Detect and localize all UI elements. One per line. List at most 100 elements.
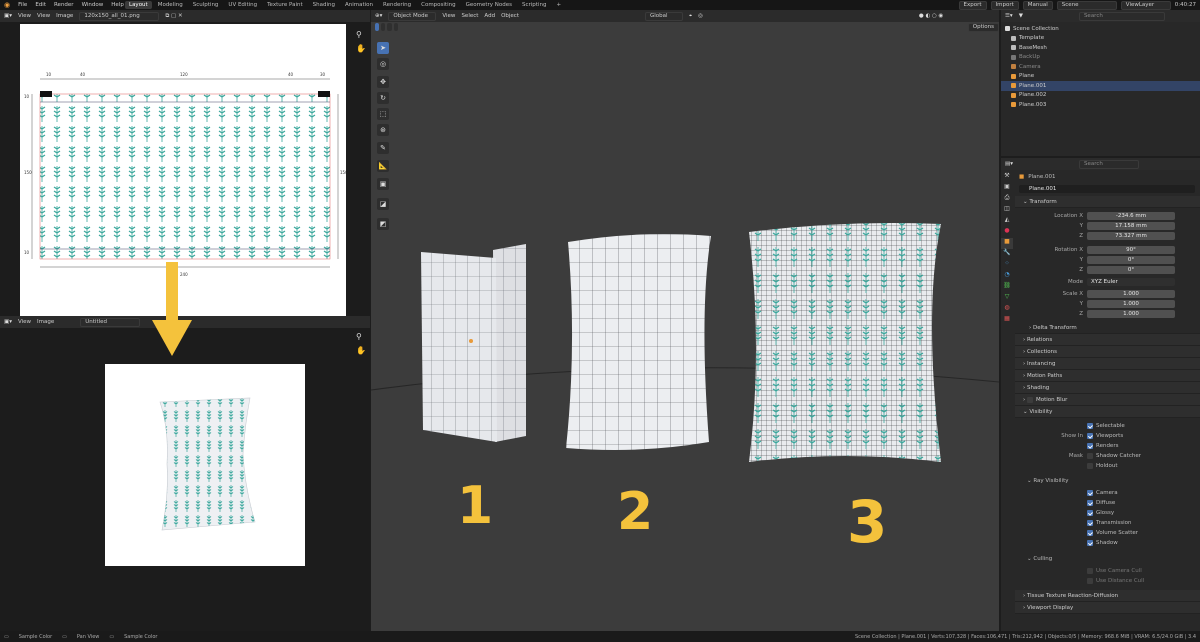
motion-paths-panel-header[interactable]: › Motion Paths	[1015, 370, 1200, 382]
shading-panel-header[interactable]: › Shading	[1015, 382, 1200, 394]
tab-scripting[interactable]: Scripting	[518, 1, 550, 9]
holdout-checkbox[interactable]	[1087, 463, 1093, 469]
add-workspace-button[interactable]: +	[552, 1, 565, 9]
tool-tab-icon[interactable]: ⚒	[1001, 172, 1013, 183]
manual-button[interactable]: Manual	[1022, 0, 1053, 10]
export-button[interactable]: Export	[958, 0, 987, 10]
glossy-checkbox[interactable]	[1087, 510, 1093, 516]
distance-cull-checkbox[interactable]	[1087, 578, 1093, 584]
render-tab-icon[interactable]: ▣	[1001, 183, 1013, 194]
menu-help[interactable]: Help	[111, 2, 124, 8]
tissue-panel-header[interactable]: › Tissue Texture Reaction-Diffusion	[1015, 590, 1200, 602]
visibility-panel-header[interactable]: ⌄ Visibility	[1015, 406, 1200, 418]
location-x-field[interactable]: -234.6 mm	[1087, 212, 1175, 220]
scene-tab-icon[interactable]: ◭	[1001, 216, 1013, 227]
tab-sculpting[interactable]: Sculpting	[189, 1, 223, 9]
renders-checkbox[interactable]	[1087, 443, 1093, 449]
instancing-panel-header[interactable]: › Instancing	[1015, 358, 1200, 370]
outliner-item-backup[interactable]: BackUp	[1001, 53, 1200, 63]
editor-type-icon[interactable]: ▤▾	[1005, 161, 1013, 167]
menu-view[interactable]: View	[18, 13, 31, 19]
scene-selector[interactable]: Scene	[1056, 0, 1117, 10]
tab-layout[interactable]: Layout	[125, 1, 152, 9]
viewports-checkbox[interactable]	[1087, 433, 1093, 439]
selectable-checkbox[interactable]	[1087, 423, 1093, 429]
constraints-tab-icon[interactable]: ⛓	[1001, 282, 1013, 293]
culling-header[interactable]: ⌄ Culling	[1015, 554, 1200, 564]
menu-view-2[interactable]: View	[37, 13, 50, 19]
outliner-item-basemesh[interactable]: BaseMesh	[1001, 43, 1200, 53]
scale-z-field[interactable]: 1.000	[1087, 310, 1175, 318]
properties-search-input[interactable]: Search	[1078, 159, 1139, 169]
scale-y-field[interactable]: 1.000	[1087, 300, 1175, 308]
image-name-field[interactable]: 120x150_all_01.png	[79, 11, 160, 21]
location-z-field[interactable]: 73.327 mm	[1087, 232, 1175, 240]
outliner-item-plane-001[interactable]: Plane.001	[1001, 81, 1200, 91]
viewport-display-panel-header[interactable]: › Viewport Display	[1015, 602, 1200, 614]
tab-geometry-nodes[interactable]: Geometry Nodes	[462, 1, 516, 9]
menu-edit[interactable]: Edit	[35, 2, 46, 8]
filter-icon[interactable]: ▼	[1019, 13, 1023, 19]
motion-blur-panel-header[interactable]: › Motion Blur	[1015, 394, 1200, 406]
viewlayer-selector[interactable]: ViewLayer	[1120, 0, 1171, 10]
shadow-checkbox[interactable]	[1087, 540, 1093, 546]
motion-blur-checkbox[interactable]	[1026, 396, 1033, 403]
delta-transform-panel-header[interactable]: › Delta Transform	[1015, 322, 1200, 334]
tab-texture-paint[interactable]: Texture Paint	[263, 1, 307, 9]
menu-image[interactable]: Image	[56, 13, 73, 19]
outliner-search-input[interactable]: Search	[1078, 11, 1165, 21]
zoom-icon[interactable]: ⚲	[356, 30, 362, 39]
zoom-icon[interactable]: ⚲	[356, 332, 362, 341]
tab-animation[interactable]: Animation	[341, 1, 377, 9]
menu-window[interactable]: Window	[82, 2, 104, 8]
location-y-field[interactable]: 17.158 mm	[1087, 222, 1175, 230]
editor-type-icon[interactable]: ▣▾	[4, 319, 12, 325]
ray-visibility-header[interactable]: ⌄ Ray Visibility	[1015, 476, 1200, 486]
hand-icon[interactable]: ✋	[356, 346, 366, 355]
material-tab-icon[interactable]: ◍	[1001, 304, 1013, 315]
collections-panel-header[interactable]: › Collections	[1015, 346, 1200, 358]
pin-icon[interactable]: ⧉ ▢ ✕	[165, 13, 182, 20]
shadow-catcher-checkbox[interactable]	[1087, 453, 1093, 459]
outliner-item-plane[interactable]: Plane	[1001, 72, 1200, 82]
menu-render[interactable]: Render	[54, 2, 74, 8]
diffuse-checkbox[interactable]	[1087, 500, 1093, 506]
particles-tab-icon[interactable]: ⁘	[1001, 260, 1013, 271]
physics-tab-icon[interactable]: ◔	[1001, 271, 1013, 282]
volume-scatter-checkbox[interactable]	[1087, 530, 1093, 536]
camera-cull-checkbox[interactable]	[1087, 568, 1093, 574]
image-name-field[interactable]: Untitled	[80, 317, 141, 327]
menu-image[interactable]: Image	[37, 319, 54, 325]
tab-compositing[interactable]: Compositing	[417, 1, 459, 9]
import-button[interactable]: Import	[990, 0, 1019, 10]
view-layer-tab-icon[interactable]: ◫	[1001, 205, 1013, 216]
rotation-mode-select[interactable]: XYZ Euler	[1087, 278, 1175, 286]
editor-type-icon[interactable]: ▣▾	[4, 13, 12, 19]
hand-icon[interactable]: ✋	[356, 44, 366, 53]
world-tab-icon[interactable]: ●	[1001, 227, 1013, 238]
blender-logo-icon[interactable]: ◉	[4, 1, 10, 9]
outliner-item-template[interactable]: Template	[1001, 34, 1200, 44]
rotation-y-field[interactable]: 0°	[1087, 256, 1175, 264]
texture-tab-icon[interactable]: ▦	[1001, 315, 1013, 326]
output-tab-icon[interactable]: ⎙	[1001, 194, 1013, 205]
outliner-item-camera[interactable]: Camera	[1001, 62, 1200, 72]
outliner-item-scene-collection[interactable]: Scene Collection	[1001, 24, 1200, 34]
editor-type-icon[interactable]: ☰▾	[1005, 13, 1013, 19]
tab-shading[interactable]: Shading	[309, 1, 339, 9]
menu-view[interactable]: View	[18, 319, 31, 325]
outliner-item-plane-003[interactable]: Plane.003	[1001, 100, 1200, 110]
3d-viewport[interactable]: ⊕▾ Object Mode View Select Add Object Gl…	[371, 10, 999, 631]
menu-file[interactable]: File	[18, 2, 27, 8]
tab-modeling[interactable]: Modeling	[154, 1, 187, 9]
data-tab-icon[interactable]: ▽	[1001, 293, 1013, 304]
camera-checkbox[interactable]	[1087, 490, 1093, 496]
tab-uv-editing[interactable]: UV Editing	[224, 1, 261, 9]
transform-panel-header[interactable]: ⌄ Transform	[1015, 196, 1200, 208]
rotation-x-field[interactable]: 90°	[1087, 246, 1175, 254]
rotation-z-field[interactable]: 0°	[1087, 266, 1175, 274]
outliner-item-plane-002[interactable]: Plane.002	[1001, 91, 1200, 101]
relations-panel-header[interactable]: › Relations	[1015, 334, 1200, 346]
transmission-checkbox[interactable]	[1087, 520, 1093, 526]
object-name-field[interactable]: Plane.001	[1019, 185, 1195, 193]
